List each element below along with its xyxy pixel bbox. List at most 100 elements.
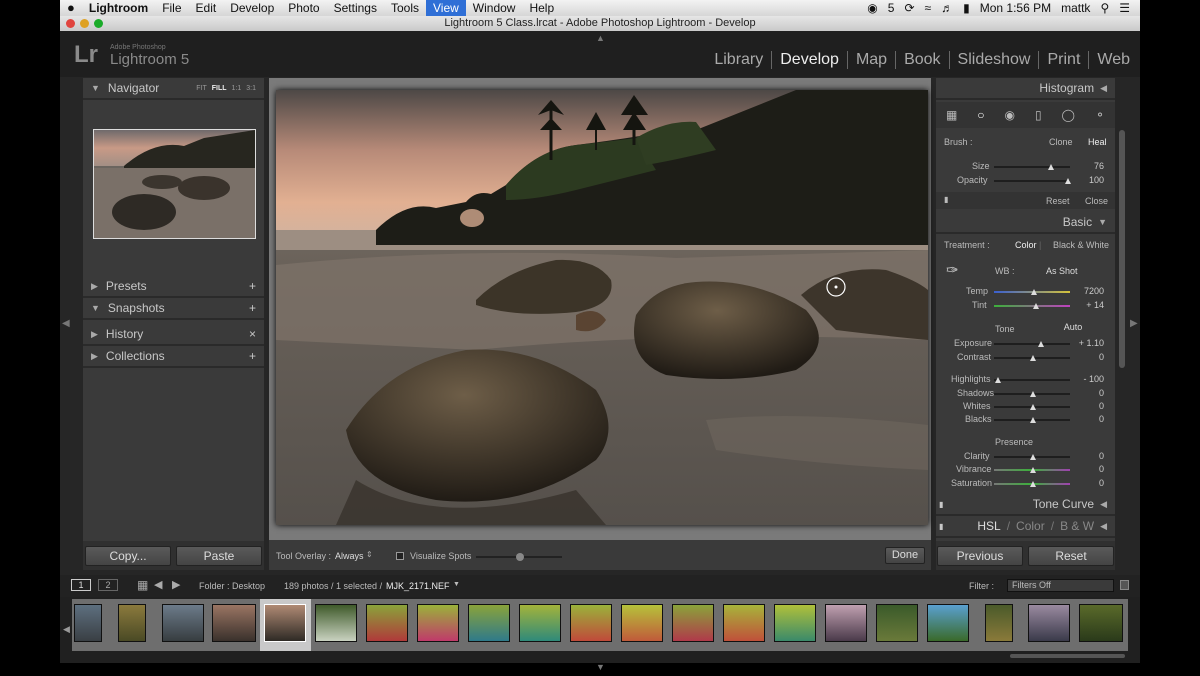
collapse-bottom-icon[interactable]: ▼: [596, 662, 605, 672]
filmstrip-thumbnail[interactable]: [315, 604, 357, 642]
close-window-button[interactable]: [66, 19, 75, 28]
zoom-fit[interactable]: FIT: [196, 85, 207, 92]
done-button[interactable]: Done: [885, 547, 925, 564]
panel-switch-icon[interactable]: ▮: [944, 195, 948, 204]
tone-curve-header[interactable]: ▮ Tone Curve ◀: [936, 494, 1115, 516]
histogram-header[interactable]: Histogram ◀: [936, 78, 1115, 100]
module-book[interactable]: Book: [896, 51, 950, 69]
filmstrip-thumbnail[interactable]: [570, 604, 612, 642]
tint-value[interactable]: + 14: [1074, 300, 1104, 310]
module-map[interactable]: Map: [848, 51, 897, 69]
minimize-window-button[interactable]: [80, 19, 89, 28]
collections-header[interactable]: ▶ Collections +: [83, 346, 264, 368]
basic-header[interactable]: Basic ▼: [936, 212, 1115, 234]
clarity-slider-knob[interactable]: [1030, 454, 1036, 460]
back-arrow-icon[interactable]: ◀: [154, 578, 162, 591]
module-print[interactable]: Print: [1039, 51, 1090, 69]
forward-arrow-icon[interactable]: ▶: [172, 578, 180, 591]
menu-file[interactable]: File: [155, 0, 188, 16]
spot-removal-tool-icon[interactable]: ○: [977, 108, 984, 122]
menu-view[interactable]: View: [425, 0, 466, 16]
filmstrip-thumbnail[interactable]: [672, 604, 714, 642]
filmstrip-thumbnail[interactable]: [723, 604, 765, 642]
battery-icon[interactable]: ▮: [963, 1, 970, 15]
wb-value[interactable]: As Shot: [1046, 266, 1078, 276]
filmstrip-thumbnail[interactable]: [74, 604, 102, 642]
highlights-value[interactable]: - 100: [1074, 374, 1104, 384]
clear-history-icon[interactable]: ×: [249, 327, 256, 341]
previous-button[interactable]: Previous: [937, 546, 1023, 566]
filmstrip-thumbnail[interactable]: [162, 604, 204, 642]
contrast-value[interactable]: 0: [1074, 352, 1104, 362]
filmstrip-thumbnail[interactable]: [519, 604, 561, 642]
clock[interactable]: Mon 1:56 PM: [980, 1, 1051, 15]
volume-icon[interactable]: ♬: [941, 1, 953, 15]
filmstrip-thumbnail[interactable]: [621, 604, 663, 642]
visualize-spots-checkbox[interactable]: [396, 552, 404, 560]
contrast-slider-knob[interactable]: [1030, 355, 1036, 361]
tint-slider-knob[interactable]: [1033, 303, 1039, 309]
zoom-fill[interactable]: FILL: [212, 85, 227, 92]
exposure-value[interactable]: + 1.10: [1074, 338, 1104, 348]
menu-develop[interactable]: Develop: [223, 0, 281, 16]
dropdown-arrows-icon[interactable]: ⇕: [366, 550, 373, 559]
spot-close-button[interactable]: Close: [1085, 196, 1108, 206]
clarity-value[interactable]: 0: [1074, 451, 1104, 461]
opacity-slider[interactable]: [994, 180, 1070, 182]
module-develop[interactable]: Develop: [772, 51, 848, 69]
filmstrip-thumbnail-selected[interactable]: [264, 604, 306, 642]
blacks-value[interactable]: 0: [1074, 414, 1104, 424]
tool-overlay-select[interactable]: Always: [335, 551, 364, 561]
filmstrip-thumbnail[interactable]: [825, 604, 867, 642]
filmstrip-thumbnail[interactable]: [118, 604, 146, 642]
color-tab[interactable]: Color: [1016, 519, 1045, 533]
opacity-value[interactable]: 100: [1074, 175, 1104, 185]
clone-option[interactable]: Clone: [1049, 137, 1073, 147]
white-balance-selector-icon[interactable]: ✑: [946, 261, 959, 279]
collapse-top-icon[interactable]: ▲: [596, 33, 605, 43]
paste-button[interactable]: Paste: [176, 546, 262, 566]
adjustment-brush-icon[interactable]: ⚬: [1095, 108, 1105, 122]
filmstrip-thumbnail[interactable]: [468, 604, 510, 642]
whites-slider-knob[interactable]: [1030, 404, 1036, 410]
page-2-button[interactable]: 2: [98, 579, 118, 591]
filmstrip-thumbnail[interactable]: [876, 604, 918, 642]
notification-icon[interactable]: ☰: [1119, 1, 1130, 15]
size-slider-knob[interactable]: [1048, 164, 1054, 170]
filter-select[interactable]: Filters Off: [1007, 579, 1114, 592]
filmstrip-scrollbar[interactable]: [1010, 654, 1125, 658]
right-panel-scrollbar[interactable]: [1119, 130, 1125, 368]
right-panel-toggle-icon[interactable]: ▶: [1130, 318, 1138, 329]
page-1-button[interactable]: 1: [71, 579, 91, 591]
size-slider[interactable]: [994, 166, 1070, 168]
history-header[interactable]: ▶ History ×: [83, 324, 264, 346]
filmstrip-thumbnail[interactable]: [985, 604, 1013, 642]
user-name[interactable]: mattk: [1061, 1, 1090, 15]
size-value[interactable]: 76: [1074, 161, 1104, 171]
wifi-icon[interactable]: ≈: [925, 1, 932, 15]
menu-edit[interactable]: Edit: [189, 0, 224, 16]
treatment-bw[interactable]: Black & White: [1053, 240, 1109, 250]
menu-help[interactable]: Help: [522, 0, 561, 16]
filmstrip-left-icon[interactable]: ◀: [63, 624, 70, 635]
filmstrip-thumbnail[interactable]: [417, 604, 459, 642]
whites-value[interactable]: 0: [1074, 401, 1104, 411]
vibrance-slider-knob[interactable]: [1030, 467, 1036, 473]
filmstrip-thumbnail[interactable]: [366, 604, 408, 642]
left-panel-toggle-icon[interactable]: ◀: [62, 318, 70, 329]
slider-knob[interactable]: [516, 553, 524, 561]
reset-button[interactable]: Reset: [1028, 546, 1114, 566]
zoom-window-button[interactable]: [94, 19, 103, 28]
exposure-slider[interactable]: [994, 343, 1070, 345]
add-preset-icon[interactable]: +: [249, 279, 256, 293]
status-icon[interactable]: ◉: [867, 1, 877, 15]
highlights-slider-knob[interactable]: [995, 377, 1001, 383]
saturation-value[interactable]: 0: [1074, 478, 1104, 488]
menu-lightroom[interactable]: Lightroom: [82, 0, 155, 16]
temp-slider-knob[interactable]: [1031, 289, 1037, 295]
blacks-slider-knob[interactable]: [1030, 417, 1036, 423]
navigator-header[interactable]: ▼ Navigator FIT FILL 1:1 3:1: [83, 78, 264, 100]
red-eye-tool-icon[interactable]: ◉: [1005, 108, 1015, 122]
apple-menu-icon[interactable]: ●: [60, 0, 82, 16]
shadows-slider-knob[interactable]: [1030, 391, 1036, 397]
